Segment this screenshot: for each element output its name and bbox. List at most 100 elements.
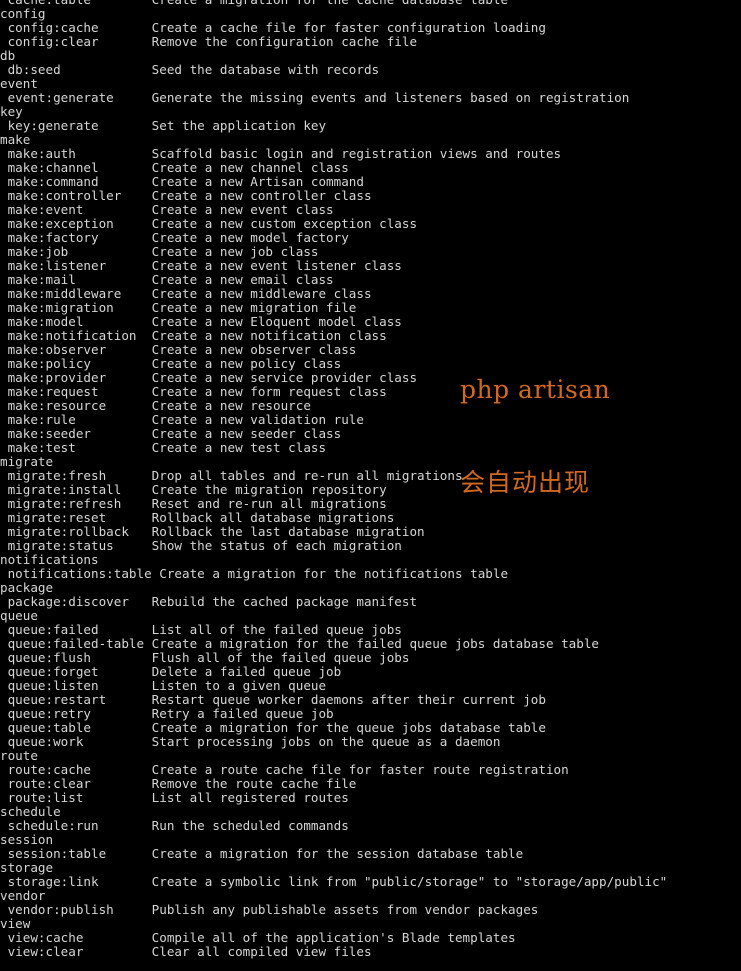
command-row: make:rule Create a new validation rule [0,413,741,427]
command-row: migrate:refresh Reset and re-run all mig… [0,497,741,511]
command-description: Reset and re-run all migrations [151,496,387,511]
command-row: make:test Create a new test class [0,441,741,455]
command-description: Create a new observer class [151,342,357,357]
command-description: Start processing jobs on the queue as a … [151,734,501,749]
command-description: Create a migration for the notifications… [159,566,509,581]
command-name: view:cache [7,930,84,945]
command-description: Generate the missing events and listener… [151,90,630,105]
command-name: key:generate [7,118,99,133]
command-description: Create a migration for the cache databas… [152,0,508,7]
command-row: queue:restart Restart queue worker daemo… [0,693,741,707]
command-description: Create a new policy class [151,356,342,371]
command-name: make:job [7,244,69,259]
command-name: queue:failed [7,622,99,637]
command-row: queue:failed-table Create a migration fo… [0,637,741,651]
command-row: event:generate Generate the missing even… [0,91,741,105]
command-group-heading: schedule [0,805,741,819]
command-row: db:seed Seed the database with records [0,63,741,77]
command-row: make:channel Create a new channel class [0,161,741,175]
command-description: Create the migration repository [151,482,387,497]
command-description: Publish any publishable assets from vend… [151,902,539,917]
command-row: vendor:publish Publish any publishable a… [0,903,741,917]
annotation-line-chinese: 会自动出现 [460,468,591,497]
command-description: Flush all of the failed queue jobs [151,650,410,665]
command-name: queue:work [7,734,84,749]
command-group-name: make [0,132,31,147]
command-row: route:clear Remove the route cache file [0,777,741,791]
command-description: Run the scheduled commands [151,818,349,833]
command-row: make:job Create a new job class [0,245,741,259]
command-description: Create a migration for the session datab… [151,846,524,861]
command-name: queue:restart [7,692,107,707]
command-group-heading: vendor [0,889,741,903]
command-group-name: vendor [0,888,46,903]
command-description: Seed the database with records [151,62,380,77]
command-description: Create a route cache file for faster rou… [151,762,569,777]
command-row: route:cache Create a route cache file fo… [0,763,741,777]
command-description: Scaffold basic login and registration vi… [151,146,562,161]
command-name: route:cache [7,762,91,777]
command-row: queue:retry Retry a failed queue job [0,707,741,721]
command-group-name: schedule [0,804,61,819]
command-name: db:seed [7,62,61,77]
command-row: notifications:table Create a migration f… [0,567,741,581]
command-description: Create a new Artisan command [151,174,364,189]
command-name: make:migration [7,300,114,315]
command-name: make:controller [7,188,122,203]
command-group-name: package [0,580,54,595]
command-description: Create a new email class [151,272,334,287]
command-name: migrate:status [7,538,114,553]
command-row: schedule:run Run the scheduled commands [0,819,741,833]
command-row: queue:forget Delete a failed queue job [0,665,741,679]
command-group-heading: queue [0,609,741,623]
command-group-name: event [0,76,38,91]
command-description: Drop all tables and re-run all migration… [151,468,463,483]
command-group-name: session [0,832,54,847]
command-description: Create a new event listener class [151,258,402,273]
command-group-name: db [0,48,16,63]
command-description: Delete a failed queue job [151,664,342,679]
command-description: Set the application key [151,118,327,133]
command-name: schedule:run [7,818,99,833]
command-name: make:exception [7,216,114,231]
command-row: make:auth Scaffold basic login and regis… [0,147,741,161]
command-description: Create a new middleware class [151,286,372,301]
command-row: migrate:reset Rollback all database migr… [0,511,741,525]
command-name: make:observer [7,342,107,357]
command-description: Create a new Eloquent model class [151,314,402,329]
command-row: queue:work Start processing jobs on the … [0,735,741,749]
command-description: Rollback all database migrations [151,510,395,525]
command-group-heading: notifications [0,553,741,567]
command-description: Create a new seeder class [151,426,342,441]
command-description: Create a new channel class [151,160,349,175]
command-description: Create a new event class [151,202,334,217]
command-name: queue:flush [7,650,91,665]
command-row: config:cache Create a cache file for fas… [0,21,741,35]
command-name: route:clear [7,776,91,791]
command-name: route:list [7,790,84,805]
command-name: make:model [7,314,84,329]
command-row: view:cache Compile all of the applicatio… [0,931,741,945]
command-row: make:exception Create a new custom excep… [0,217,741,231]
command-name: config:clear [7,34,99,49]
command-name: config:cache [7,20,99,35]
command-name: queue:failed-table [7,636,145,651]
command-name: make:seeder [7,426,91,441]
command-group-name: config [0,6,46,21]
command-description: Create a new form request class [151,384,387,399]
command-row: queue:flush Flush all of the failed queu… [0,651,741,665]
command-name: migrate:refresh [7,496,122,511]
command-row: migrate:status Show the status of each m… [0,539,741,553]
terminal-window[interactable]: cache:table Create a migration for the c… [0,0,741,971]
command-row: make:provider Create a new service provi… [0,371,741,385]
command-name: make:provider [7,370,107,385]
command-description: Compile all of the application's Blade t… [151,930,516,945]
command-description: Create a new model factory [151,230,349,245]
command-row: queue:table Create a migration for the q… [0,721,741,735]
command-group-heading: route [0,749,741,763]
command-description: Remove the configuration cache file [151,34,418,49]
command-description: List all registered routes [151,790,349,805]
command-row: make:notification Create a new notificat… [0,329,741,343]
command-row: key:generate Set the application key [0,119,741,133]
command-description: Create a new notification class [151,328,387,343]
